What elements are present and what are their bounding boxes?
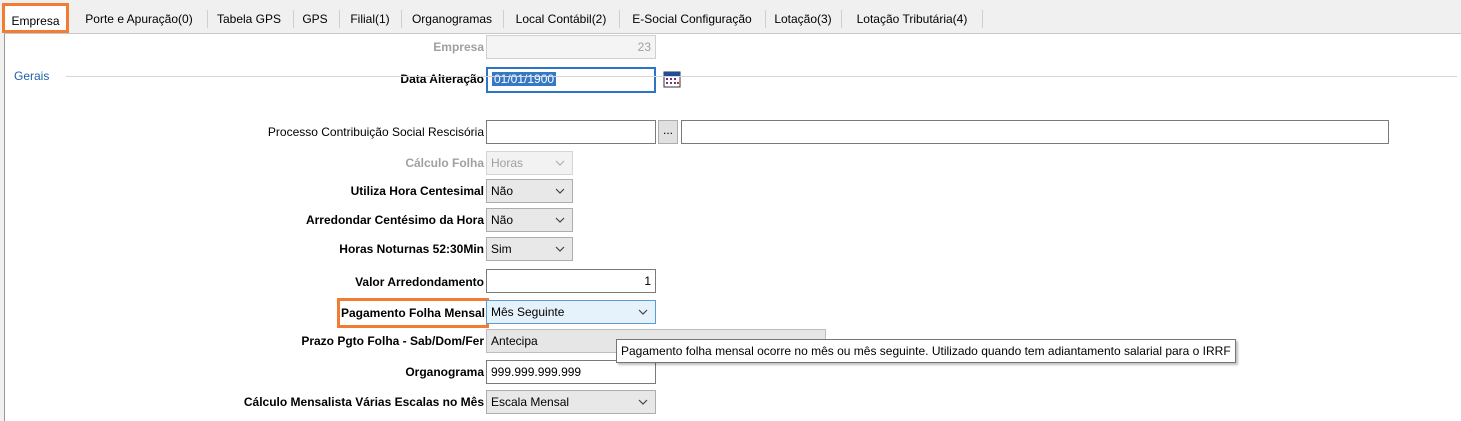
calculo-folha-label: Cálculo Folha: [405, 156, 484, 170]
horas-noturnas-label: Horas Noturnas 52:30Min: [339, 242, 484, 256]
tab-local-contabil[interactable]: Local Contábil(2): [505, 8, 617, 30]
empresa-field: 23: [486, 35, 656, 59]
calculo-mensalista-select[interactable]: Escala Mensal: [486, 390, 656, 414]
arredondar-select[interactable]: Não: [486, 208, 573, 232]
tab-lotacao[interactable]: Lotação(3): [767, 8, 839, 30]
tab-separator: [765, 10, 766, 28]
organograma-label: Organograma: [405, 365, 484, 379]
chevron-down-icon: [638, 399, 648, 405]
tab-separator: [619, 10, 620, 28]
tab-separator: [293, 10, 294, 28]
empresa-label: Empresa: [433, 40, 484, 54]
calculo-folha-value: Horas: [491, 156, 524, 170]
tab-separator: [401, 10, 402, 28]
pagamento-folha-select[interactable]: Mês Seguinte: [486, 300, 656, 324]
tab-bar: Empresa Porte e Apuração(0) Tabela GPS G…: [0, 0, 1461, 34]
valor-arredondamento-label: Valor Arredondamento: [355, 275, 484, 289]
processo-label: Processo Contribuição Social Rescisória: [267, 125, 484, 139]
prazo-pgto-label: Prazo Pgto Folha - Sab/Dom/Fer: [301, 334, 484, 348]
chevron-down-icon: [555, 160, 565, 166]
tab-lotacao-tributaria[interactable]: Lotação Tributária(4): [843, 8, 981, 30]
data-alteracao-field[interactable]: 01/01/1900: [486, 67, 656, 93]
tab-separator: [503, 10, 504, 28]
chevron-down-icon: [555, 246, 565, 252]
tab-separator: [207, 10, 208, 28]
data-alteracao-label: Data Alteração: [400, 72, 484, 86]
chevron-down-icon: [555, 217, 565, 223]
organograma-input[interactable]: 999.999.999.999: [486, 360, 656, 384]
tab-esocial-configuracao[interactable]: E-Social Configuração: [621, 8, 763, 30]
tab-empresa[interactable]: Empresa: [2, 3, 69, 33]
processo-input[interactable]: [486, 120, 656, 144]
arredondar-label: Arredondar Centésimo da Hora: [305, 213, 484, 227]
arredondar-value: Não: [491, 213, 514, 227]
pagamento-folha-label: Pagamento Folha Mensal: [336, 298, 489, 328]
valor-arredondamento-input[interactable]: 1: [486, 269, 656, 293]
processo-description[interactable]: [681, 120, 1389, 144]
tab-organogramas[interactable]: Organogramas: [403, 8, 501, 30]
tab-filial[interactable]: Filial(1): [341, 8, 399, 30]
horas-noturnas-select[interactable]: Sim: [486, 237, 573, 261]
calculo-folha-select: Horas: [486, 151, 573, 175]
utiliza-hora-label: Utiliza Hora Centesimal: [350, 184, 484, 198]
processo-search-button[interactable]: ...: [658, 120, 678, 144]
prazo-pgto-value: Antecipa: [491, 334, 538, 348]
calculo-mensalista-label: Cálculo Mensalista Várias Escalas no Mês: [243, 395, 484, 409]
tab-separator: [982, 10, 983, 28]
horas-noturnas-value: Sim: [491, 242, 512, 256]
tab-separator: [339, 10, 340, 28]
utiliza-hora-value: Não: [491, 184, 514, 198]
tab-porte-apuracao[interactable]: Porte e Apuração(0): [72, 8, 206, 30]
pagamento-folha-value: Mês Seguinte: [491, 305, 565, 319]
calendar-icon[interactable]: [663, 70, 681, 88]
section-divider: [66, 76, 1457, 77]
chevron-down-icon: [638, 309, 648, 315]
utiliza-hora-select[interactable]: Não: [486, 179, 573, 203]
section-gerais-label: Gerais: [14, 69, 50, 83]
tooltip: Pagamento folha mensal ocorre no mês ou …: [616, 339, 1236, 363]
calculo-mensalista-value: Escala Mensal: [491, 395, 570, 409]
data-alteracao-value: 01/01/1900: [492, 72, 557, 86]
tab-gps[interactable]: GPS: [295, 8, 335, 30]
tab-separator: [841, 10, 842, 28]
chevron-down-icon: [555, 188, 565, 194]
tab-tabela-gps[interactable]: Tabela GPS: [209, 8, 289, 30]
